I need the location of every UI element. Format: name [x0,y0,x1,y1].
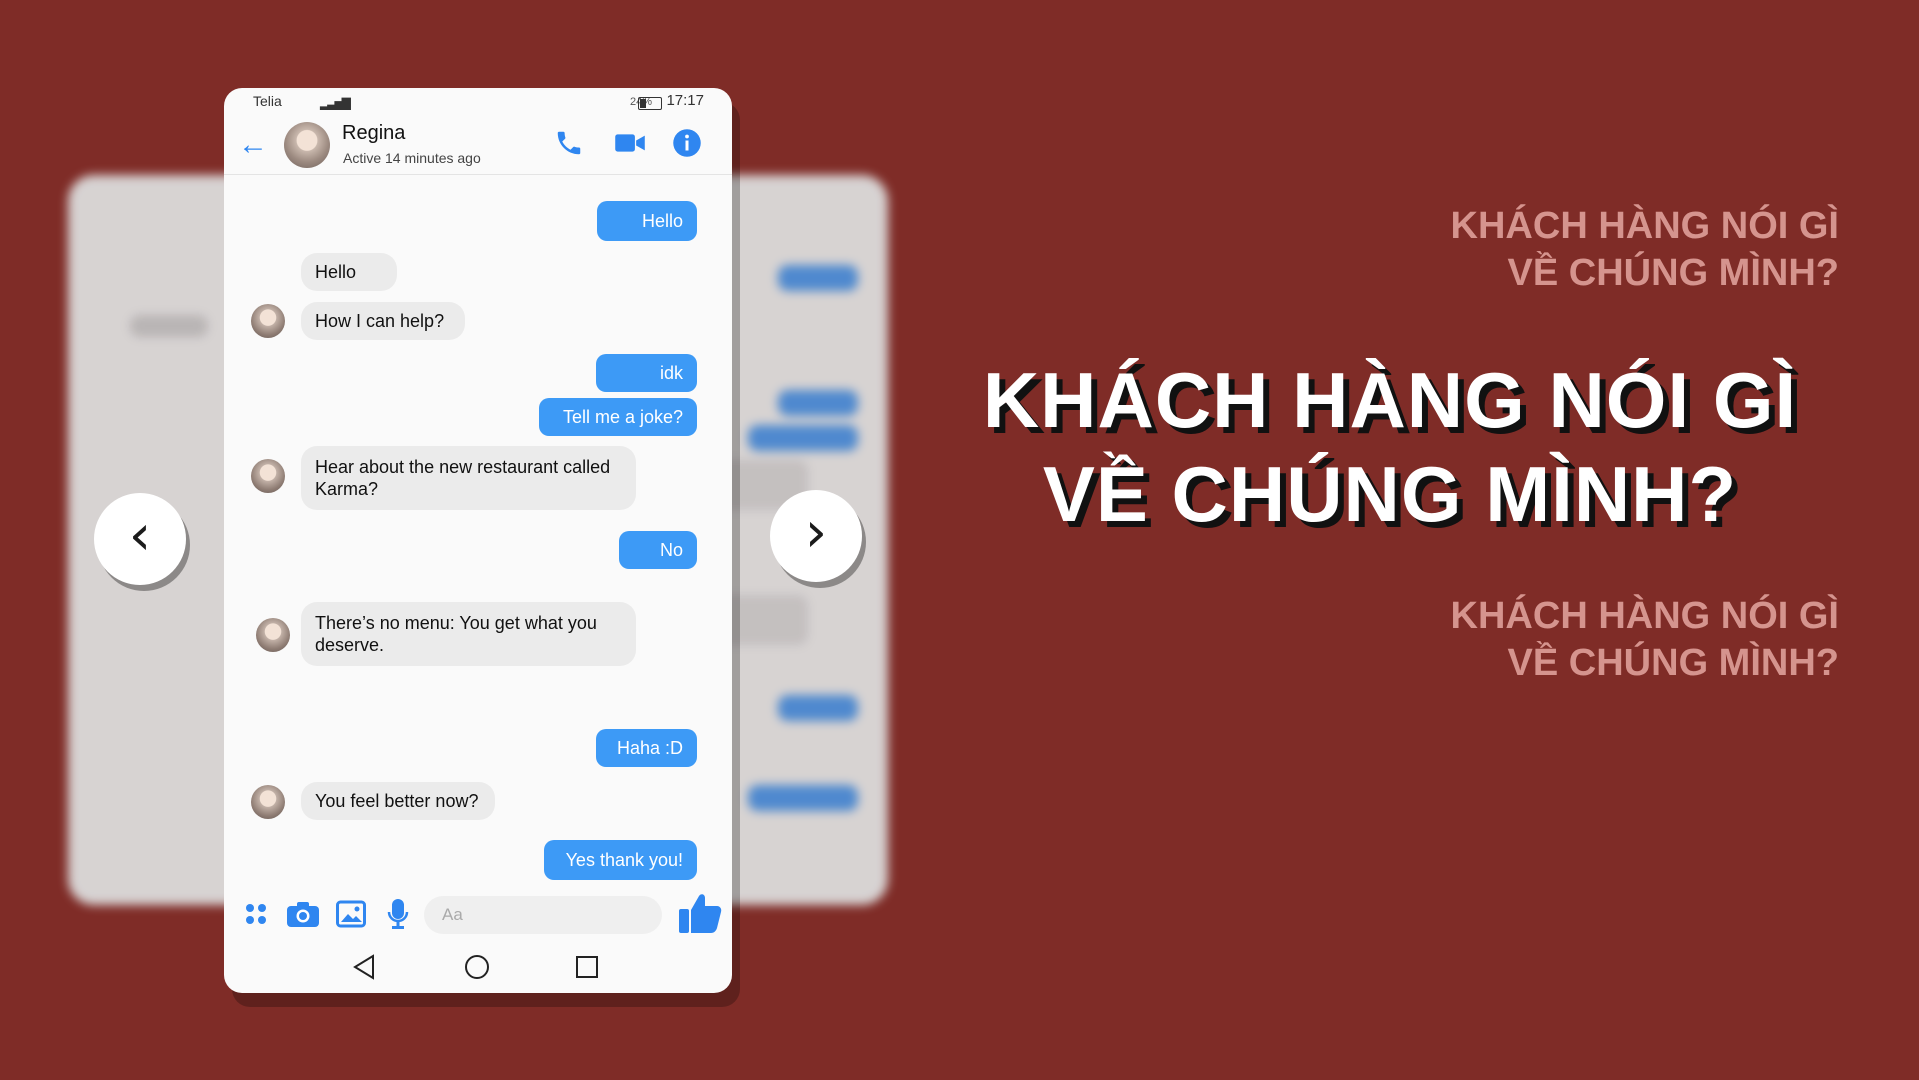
avatar [251,459,285,493]
avatar[interactable] [284,122,330,168]
square-recent-icon[interactable] [575,955,599,984]
messenger-phone-screen: Telia ▂▃▅▇ 24% 17:17 ← Regina Active 14 … [224,88,732,993]
active-status: Active 14 minutes ago [343,150,481,166]
chevron-left-icon[interactable]: ‹ [94,493,186,585]
system-nav-bar [224,938,732,993]
message-bubble-outgoing[interactable]: No [619,531,697,569]
echo-line: KHÁCH HÀNG NÓI GÌ [1450,205,1839,247]
avatar [251,785,285,819]
echo-line: KHÁCH HÀNG NÓI GÌ [1450,595,1839,637]
triangle-back-icon[interactable] [352,954,376,985]
microphone-icon[interactable] [386,898,410,935]
main-headline: KHÁCH HÀNG NÓI GÌ VỀ CHÚNG MÌNH? [940,353,1840,541]
message-bubble-outgoing[interactable]: idk [596,354,697,392]
echo-heading-bottom: KHÁCH HÀNG NÓI GÌ VỀ CHÚNG MÌNH? [1139,593,1839,687]
echo-line: VỀ CHÚNG MÌNH? [1507,252,1839,294]
message-bubble-incoming[interactable]: Hear about the new restaurant called Kar… [301,446,636,510]
message-bubble-incoming[interactable]: How I can help? [301,302,465,340]
battery-icon [638,97,662,110]
thumbs-up-icon[interactable] [677,892,723,939]
echo-line: VỀ CHÚNG MÌNH? [1507,642,1839,684]
message-bubble-outgoing[interactable]: Hello [597,201,697,241]
headline-line-2: VỀ CHÚNG MÌNH? [1042,450,1738,538]
message-bubble-outgoing[interactable]: Yes thank you! [544,840,697,880]
message-bubble-incoming[interactable]: Hello [301,253,397,291]
avatar [256,618,290,652]
message-input[interactable]: Aa [424,896,662,934]
message-bubble-incoming[interactable]: You feel better now? [301,782,495,820]
carrier-label: Telia [253,93,282,109]
message-bubble-outgoing[interactable]: Tell me a joke? [539,398,697,436]
message-composer: Aa [224,888,732,938]
signal-icon: ▂▃▅▇ [320,96,351,110]
echo-heading-top: KHÁCH HÀNG NÓI GÌ VỀ CHÚNG MÌNH? [1139,203,1839,297]
chevron-right-icon[interactable]: › [770,490,862,582]
headline-line-1: KHÁCH HÀNG NÓI GÌ [982,356,1798,444]
avatar [251,304,285,338]
phone-icon[interactable] [554,128,584,163]
circle-home-icon[interactable] [464,954,490,985]
chat-header: ← Regina Active 14 minutes ago [224,116,732,175]
message-bubble-outgoing[interactable]: Haha :D [596,729,697,767]
camera-icon[interactable] [286,900,320,933]
apps-grid-icon[interactable] [244,902,268,931]
info-icon[interactable] [672,128,702,163]
arrow-left-icon[interactable]: ← [238,130,268,160]
image-icon[interactable] [336,900,366,933]
status-bar: Telia ▂▃▅▇ 24% 17:17 [224,88,732,116]
message-bubble-incoming[interactable]: There’s no menu: You get what you deserv… [301,602,636,666]
clock: 17:17 [666,92,704,109]
contact-name: Regina [342,122,406,144]
video-camera-icon[interactable] [614,128,646,163]
